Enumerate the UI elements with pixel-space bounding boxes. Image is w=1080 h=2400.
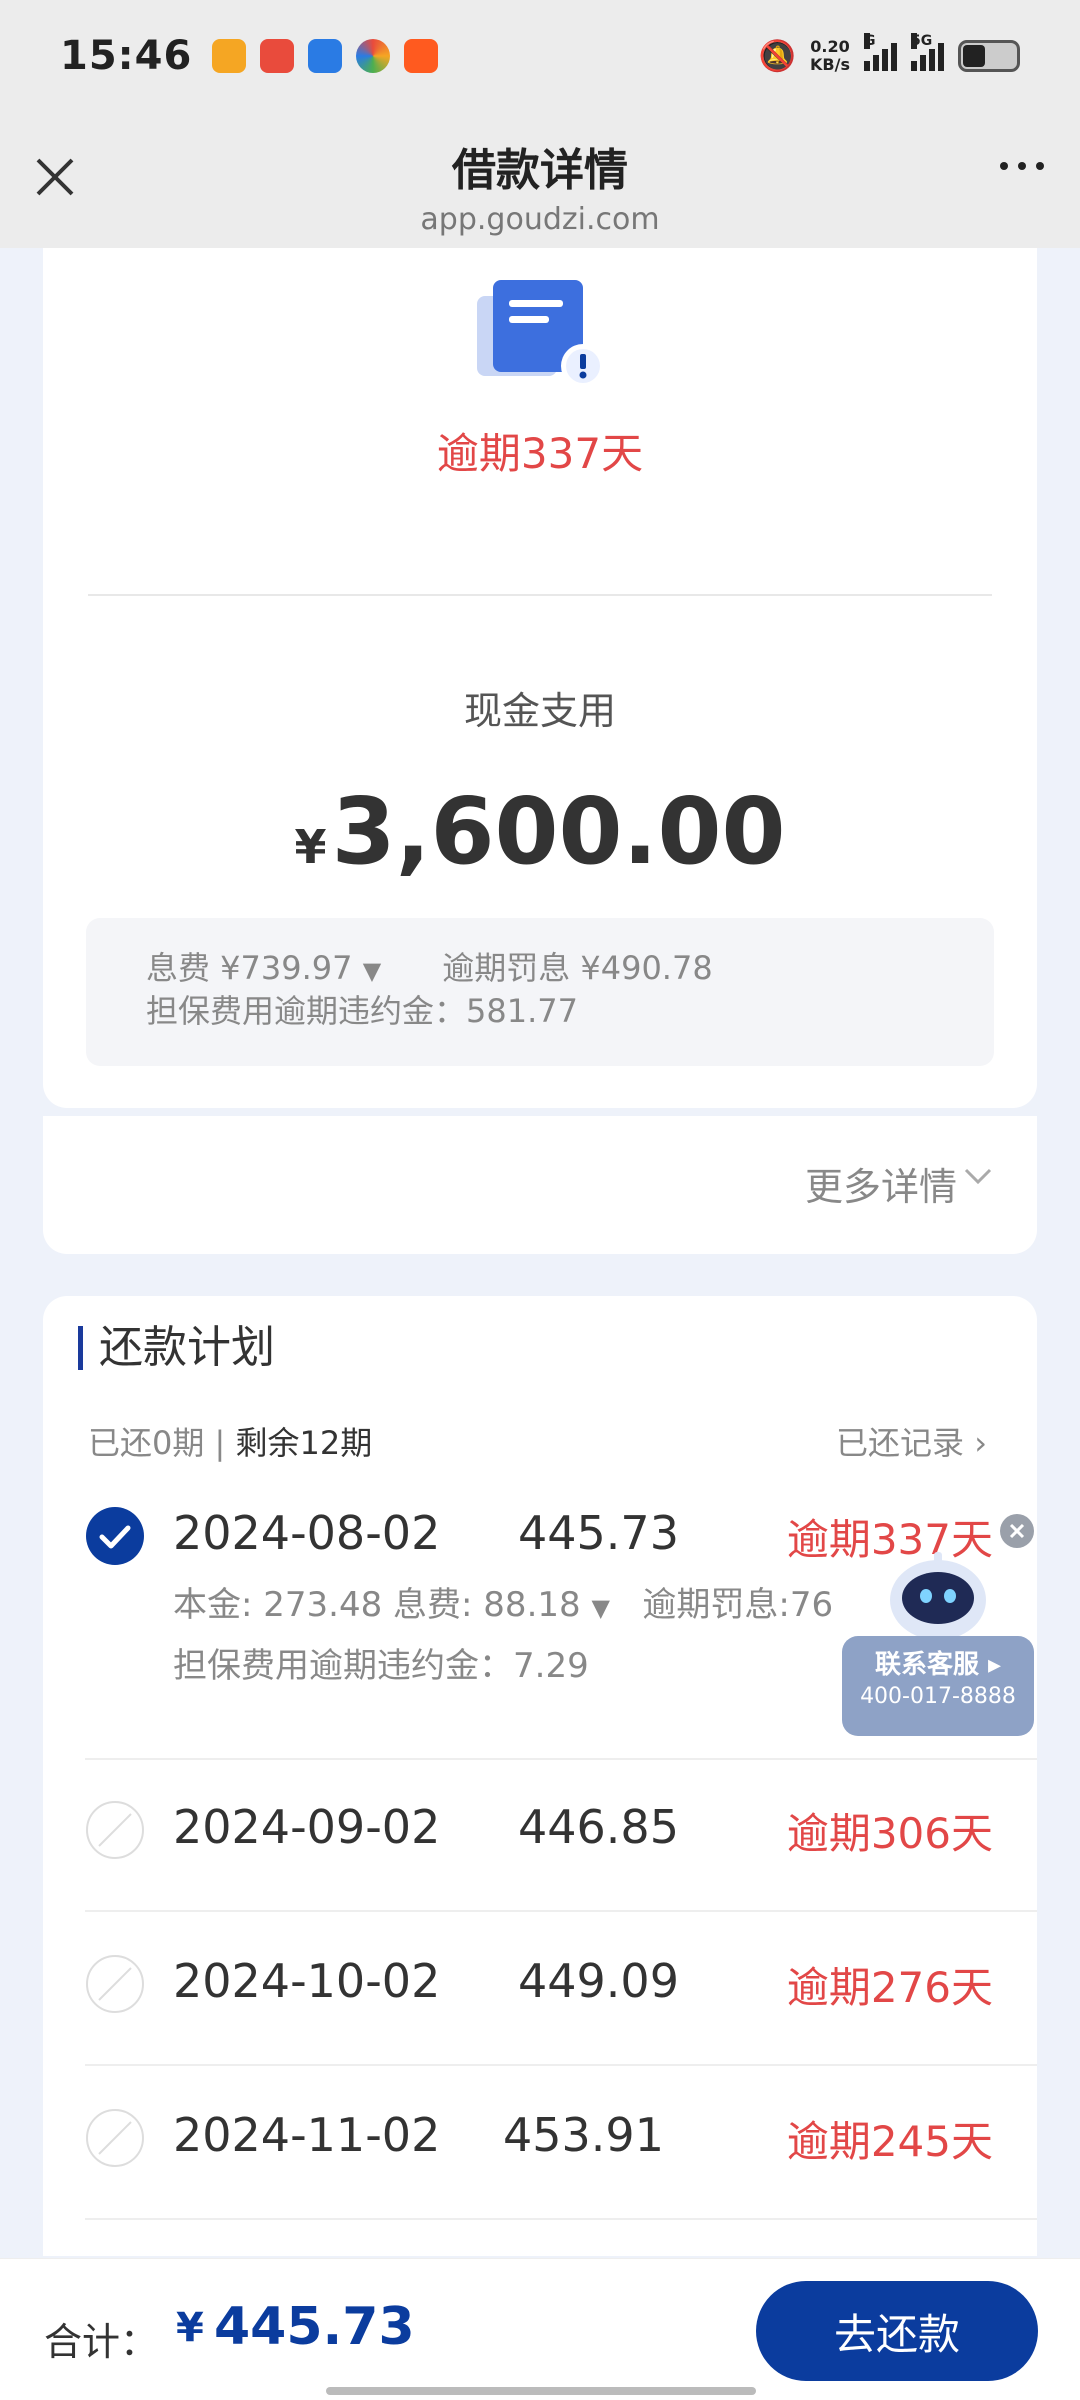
- remaining-periods: 剩余12期: [235, 1424, 373, 1462]
- row-detail: 本金: 273.48 息费: 88.18 ▼ 逾期罚息:76 担保费用逾期违约金…: [173, 1585, 834, 1686]
- plan-row[interactable]: 2024-10-02 449.09 逾期276天: [43, 1954, 1037, 2018]
- plan-title: 还款计划: [78, 1326, 275, 1370]
- more-menu-icon[interactable]: [1000, 162, 1044, 170]
- caret-down-icon[interactable]: ▼: [363, 957, 381, 985]
- disabled-checkbox-icon: [86, 2109, 144, 2167]
- cash-label: 现金支用: [463, 689, 616, 733]
- disabled-checkbox-icon: [86, 1955, 144, 2013]
- checked-icon[interactable]: [85, 1506, 145, 1566]
- chevron-down-icon[interactable]: [963, 1166, 993, 1186]
- repay-button[interactable]: 去还款: [756, 2281, 1038, 2381]
- currency-symbol: ¥: [294, 820, 327, 874]
- row-date: 2024-08-02: [173, 1506, 441, 1560]
- bottom-bar: 合计： ¥ 445.73 去还款: [0, 2258, 1080, 2400]
- amount-value: 3,600.00: [331, 778, 786, 885]
- plan-row[interactable]: 2024-09-02 446.85 逾期306天: [43, 1800, 1037, 1864]
- plan-progress: 已还0期 | 剩余12期: [88, 1424, 373, 1462]
- close-service-icon[interactable]: [1000, 1514, 1034, 1548]
- robot-mascot-icon[interactable]: [878, 1548, 998, 1648]
- loan-amount: ¥ 3,600.00: [43, 778, 1037, 885]
- row-amount: 446.85: [518, 1800, 679, 1854]
- row-date: 2024-10-02: [173, 1954, 441, 2008]
- customer-service-badge[interactable]: 联系客服 ▸ 400-017-8888: [842, 1636, 1034, 1736]
- fee-box: 息费 ¥739.97 ▼ 逾期罚息 ¥490.78 担保费用逾期违约金：581.…: [86, 918, 994, 1066]
- row-date: 2024-11-02: [173, 2108, 441, 2162]
- row-amount: 445.73: [518, 1506, 679, 1560]
- taobao-icon: [404, 39, 439, 73]
- penalty-fee: 逾期罚息 ¥490.78: [442, 949, 713, 987]
- divider: [85, 2218, 1037, 2220]
- document-alert-icon: [477, 280, 605, 388]
- row-amount: 449.09: [518, 1954, 679, 2008]
- battery-icon: [958, 40, 1020, 72]
- page-title: 借款详情: [452, 145, 628, 196]
- currency-symbol: ¥: [176, 2305, 204, 2351]
- maps-icon: [260, 39, 295, 73]
- home-indicator[interactable]: [326, 2387, 756, 2395]
- divider: [85, 2064, 1037, 2066]
- signal-5g-icon: 5G: [911, 33, 944, 71]
- more-details-label[interactable]: 更多详情: [805, 1156, 957, 1211]
- paid-periods: 已还0期: [88, 1424, 205, 1462]
- row-status: 逾期306天: [786, 1809, 993, 1858]
- colorful-app-icon: [356, 39, 391, 73]
- loan-summary-card: 逾期337天 现金支用 ¥ 3,600.00 息费 ¥739.97 ▼ 逾期罚息…: [43, 248, 1037, 1108]
- status-bar: 15:46 🔕 0.20 KB/s G 5G: [0, 0, 1080, 112]
- caret-down-icon: ▼: [591, 1594, 610, 1622]
- close-icon[interactable]: [30, 152, 80, 202]
- overdue-status: 逾期337天: [436, 429, 644, 478]
- divider: [88, 594, 992, 596]
- nav-bar: 借款详情 app.goudzi.com: [0, 112, 1080, 248]
- guarantee-fee: 担保费用逾期违约金：581.77: [146, 992, 578, 1030]
- row-status: 逾期276天: [786, 1963, 993, 2012]
- messenger-icon: [308, 39, 343, 73]
- mute-bell-icon: 🔕: [758, 38, 797, 74]
- disabled-checkbox-icon: [86, 1801, 144, 1859]
- total-amount: 445.73: [214, 2297, 415, 2357]
- signal-icon: G: [864, 33, 897, 71]
- chevron-right-icon: ›: [974, 1424, 987, 1462]
- repayment-plan-card: 还款计划 已还0期 | 剩余12期 已还记录 › 2024-08-02 445.…: [43, 1296, 1037, 2256]
- plan-row[interactable]: 2024-11-02 453.91 逾期245天: [43, 2108, 1037, 2172]
- total-label: 合计：: [44, 2320, 159, 2364]
- clock: 15:46: [60, 33, 193, 79]
- interest-fee: 息费 ¥739.97: [146, 949, 353, 987]
- page-url: app.goudzi.com: [420, 202, 660, 237]
- divider: [85, 1910, 1037, 1912]
- notification-icons: [212, 39, 439, 73]
- weibo-icon: [212, 39, 247, 73]
- row-amount: 453.91: [503, 2108, 664, 2162]
- more-details-card[interactable]: 更多详情: [43, 1116, 1037, 1254]
- divider: [85, 1758, 1037, 1760]
- paid-records-link[interactable]: 已还记录 ›: [836, 1418, 987, 1464]
- row-date: 2024-09-02: [173, 1800, 441, 1854]
- row-status: 逾期245天: [786, 2117, 993, 2166]
- network-speed: 0.20 KB/s: [810, 37, 850, 74]
